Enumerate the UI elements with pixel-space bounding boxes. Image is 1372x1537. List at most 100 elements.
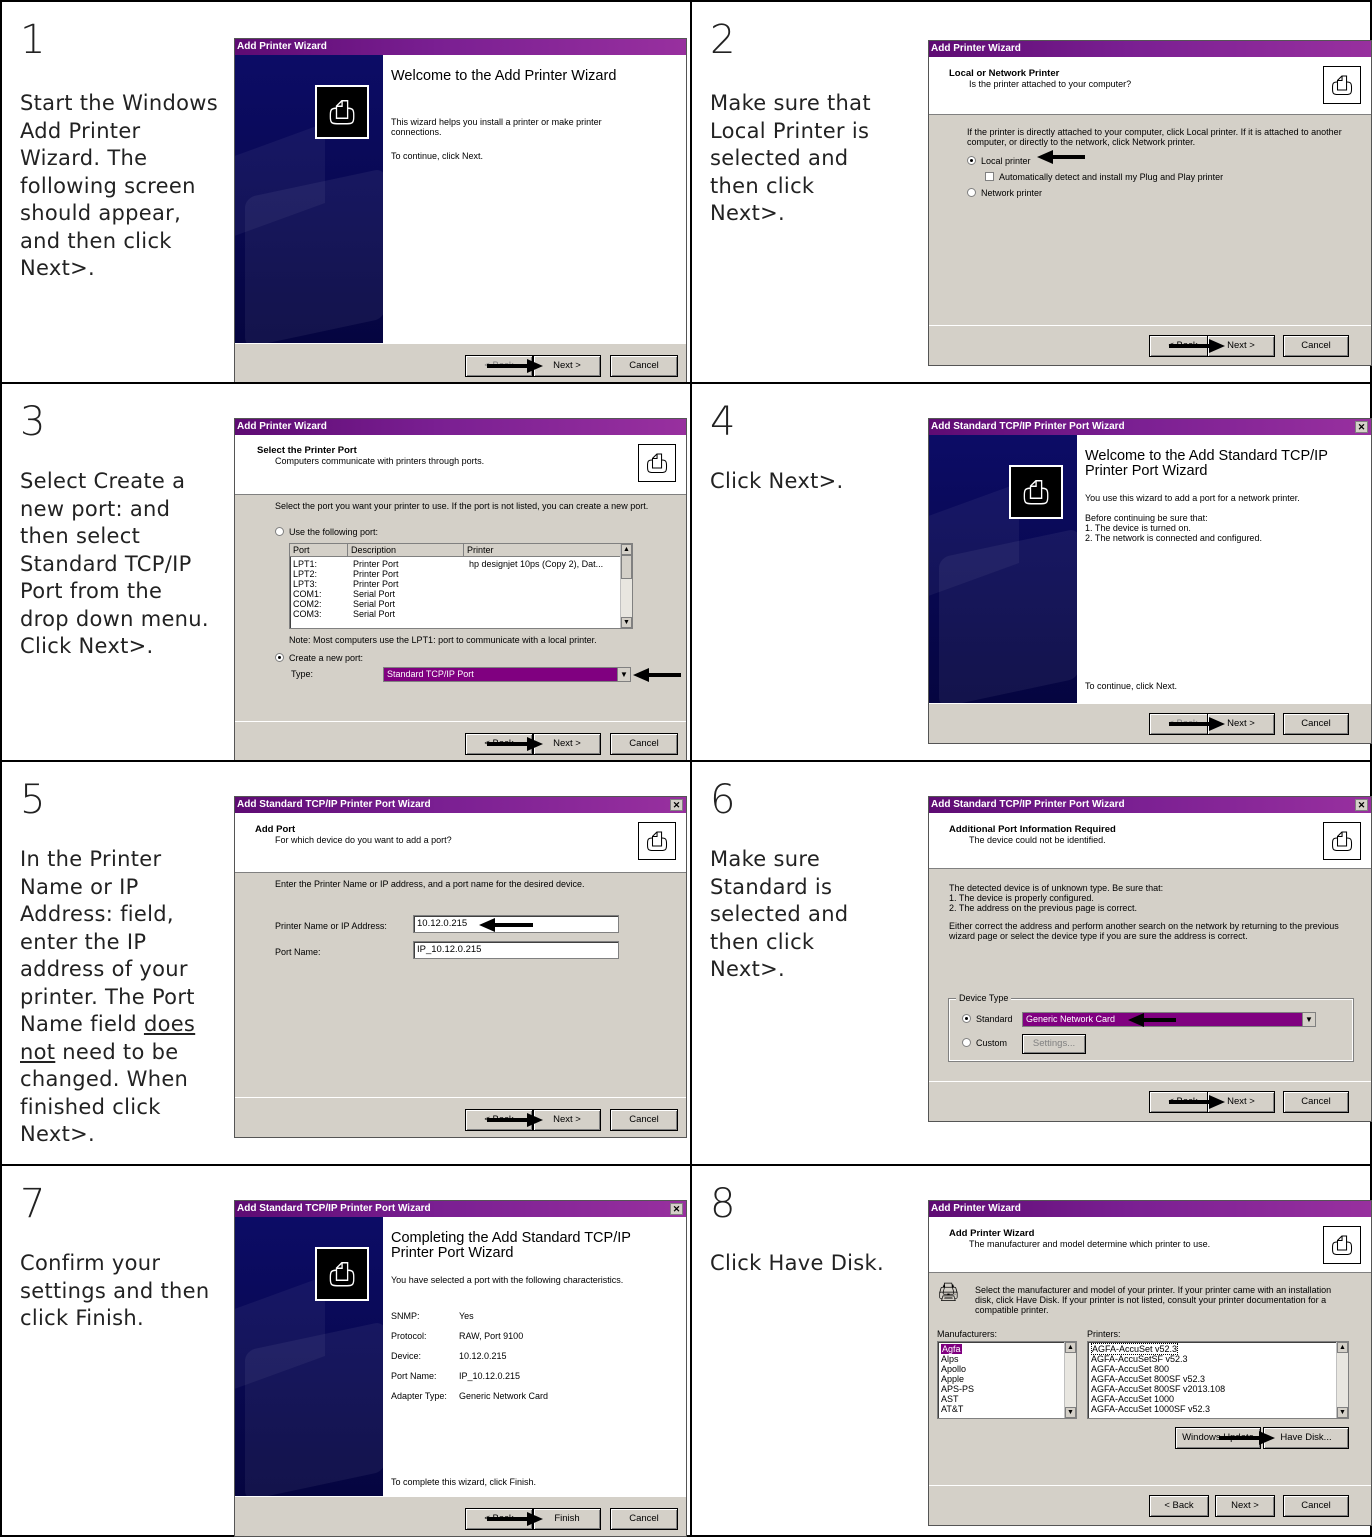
summary-label: Port Name: [391,1371,437,1381]
create-new-port-radio[interactable]: Create a new port: [275,653,363,663]
manufacturer-item[interactable]: Apollo [941,1364,974,1374]
printers-list[interactable]: AGFA-AccuSet v52.3 AGFA-AccuSetSF v52.3 AG… [1087,1341,1349,1419]
back-button[interactable]: < Back [1149,1495,1209,1517]
printer-item[interactable]: AGFA-AccuSet 800SF v52.3 [1091,1374,1225,1384]
close-icon[interactable]: ✕ [670,799,683,811]
scroll-down-icon[interactable]: ▼ [621,617,632,628]
radio-selected-icon [962,1014,971,1023]
port-row[interactable]: LPT2: Printer Port [293,569,623,579]
use-following-port-radio[interactable]: Use the following port: [275,527,378,537]
manufacturer-item[interactable]: AT&T [941,1404,974,1414]
port-cell: LPT2: [293,569,318,579]
manufacturer-item[interactable]: Agfa [941,1344,974,1354]
port-name-field[interactable]: IP_10.12.0.215 [413,941,619,959]
scrollbar[interactable]: ▲ ▼ [1336,1342,1348,1418]
welcome-text: This wizard helps you install a printer … [391,117,602,137]
manufacturers-list[interactable]: Agfa Alps Apollo Apple APS-PS AST AT&T ▲ ▼ [937,1341,1077,1419]
manufacturer-item[interactable]: Apple [941,1374,974,1384]
next-button[interactable]: Next > [533,1109,601,1131]
summary-value: 10.12.0.215 [459,1351,507,1361]
pointer-arrow [1169,717,1225,731]
header-title: Add Port [255,824,296,835]
have-disk-button[interactable]: Have Disk... [1263,1427,1349,1449]
auto-detect-checkbox[interactable]: Automatically detect and install my Plug… [985,172,1223,182]
pointer-arrow [487,737,543,751]
printer-item[interactable]: AGFA-AccuSet v52.3 [1091,1343,1225,1355]
custom-radio[interactable]: Custom [962,1038,1007,1048]
port-row[interactable]: COM3: Serial Port [293,609,623,619]
cancel-button[interactable]: Cancel [1283,1091,1349,1113]
finish-button[interactable]: Finish [533,1508,601,1530]
ip-address-label: Printer Name or IP Address: [275,921,387,931]
column-header-printer[interactable]: Printer [464,544,622,557]
next-button[interactable]: Next > [533,355,601,377]
local-printer-radio[interactable]: Local printer [967,156,1031,166]
printer-item[interactable]: AGFA-AccuSetSF v52.3 [1091,1354,1225,1364]
port-row[interactable]: LPT1: Printer Port hp designjet 10ps (Copy… [293,559,623,569]
close-icon[interactable]: ✕ [670,1203,683,1215]
step-instruction: Start the Windows Add Printer Wizard. Th… [20,91,218,280]
printer-icon: ⎙ [1323,66,1361,104]
scroll-down-icon[interactable]: ▼ [1065,1407,1076,1418]
column-header-port[interactable]: Port [290,544,348,557]
port-row[interactable]: COM1: Serial Port [293,589,623,599]
port-list[interactable]: Port Description Printer LPT1: Printer Po… [289,543,633,629]
step-1-cell: 1 Start the Windows Add Printer Wizard. … [2,2,692,384]
additional-port-info-dialog: Add Standard TCP/IP Printer Port Wizard ✕… [928,796,1372,1122]
description-cell: Serial Port [353,609,396,619]
port-type-select[interactable]: Standard TCP/IP Port ▼ [383,667,631,682]
description-cell: Serial Port [353,589,396,599]
manufacturer-item[interactable]: APS-PS [941,1384,974,1394]
close-icon[interactable]: ✕ [1355,421,1368,433]
cancel-button[interactable]: Cancel [610,733,678,755]
port-row[interactable]: COM2: Serial Port [293,599,623,609]
standard-radio[interactable]: Standard [962,1014,1013,1024]
manufacturer-item[interactable]: Alps [941,1354,974,1364]
chevron-down-icon[interactable]: ▼ [1302,1013,1315,1026]
network-printer-icon: ⎙ [1323,822,1361,860]
printer-item[interactable]: AGFA-AccuSet 800 [1091,1364,1225,1374]
cancel-button[interactable]: Cancel [1283,335,1349,357]
dialog-footer: < Back Finish Cancel [235,1496,686,1536]
dialog-footer: < Back Next > Cancel [929,1485,1371,1525]
scroll-thumb[interactable] [621,555,632,579]
cancel-button[interactable]: Cancel [1283,1495,1349,1517]
port-row[interactable]: LPT3: Printer Port [293,579,623,589]
chevron-down-icon[interactable]: ▼ [617,668,630,681]
scroll-down-icon[interactable]: ▼ [1337,1407,1348,1418]
description-cell: Serial Port [353,599,396,609]
printer-item[interactable]: AGFA-AccuSet 1000 [1091,1394,1225,1404]
network-printer-radio[interactable]: Network printer [967,188,1042,198]
scrollbar[interactable]: ▲ ▼ [620,544,632,628]
group-label: Device Type [956,993,1012,1003]
next-button[interactable]: Next > [1215,1495,1275,1517]
next-button[interactable]: Next > [533,733,601,755]
close-icon[interactable]: ✕ [1355,799,1368,811]
scroll-up-icon[interactable]: ▲ [1065,1342,1076,1353]
dialog-title-bar: Add Printer Wizard [235,419,686,435]
welcome-heading: Welcome to the Add Standard TCP/IP Print… [1085,448,1328,479]
port-summary: SNMP: Yes Protocol: RAW, Port 9100 Device: 10… [391,1311,671,1411]
printer-item[interactable]: AGFA-AccuSet 800SF v2013.108 [1091,1384,1225,1394]
printer-item[interactable]: AGFA-AccuSet 1000SF v52.3 [1091,1404,1225,1414]
scroll-up-icon[interactable]: ▲ [621,544,632,555]
checkbox-icon [985,172,994,181]
scroll-up-icon[interactable]: ▲ [1337,1342,1348,1353]
scrollbar[interactable]: ▲ ▼ [1064,1342,1076,1418]
column-header-description[interactable]: Description [348,544,464,557]
settings-button[interactable]: Settings... [1022,1034,1086,1054]
summary-label: Adapter Type: [391,1391,447,1401]
cancel-button[interactable]: Cancel [610,355,678,377]
cancel-button[interactable]: Cancel [610,1508,678,1530]
description-cell: Printer Port [353,569,399,579]
radio-icon [967,188,976,197]
cancel-button[interactable]: Cancel [610,1109,678,1131]
step-3-cell: 3 Select Create a new port: and then sel… [2,384,692,762]
manufacturer-item[interactable]: AST [941,1394,974,1404]
header-title: Select the Printer Port [257,445,357,456]
port-cell: LPT3: [293,579,318,589]
dialog-footer: < Back Next > Cancel [235,721,686,760]
cancel-button[interactable]: Cancel [1283,713,1349,735]
dialog-body-text: Enter the Printer Name or IP address, an… [275,879,585,889]
header-subtitle: The manufacturer and model determine whi… [969,1239,1211,1249]
